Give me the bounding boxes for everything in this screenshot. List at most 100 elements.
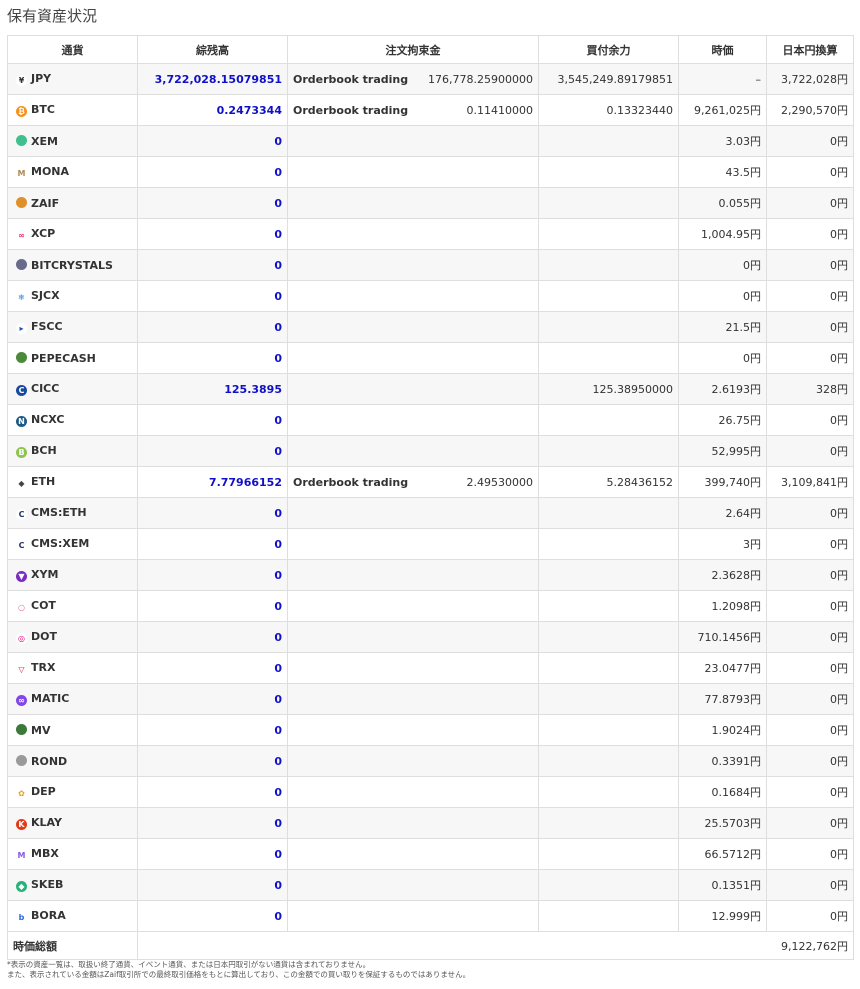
currency-name: ETH [31, 475, 56, 488]
order-type-label: Orderbook trading [293, 103, 409, 117]
price-cell: 9,261,025円 [678, 94, 767, 126]
cicc-icon: C [16, 385, 27, 396]
counterparty-icon: ∞ [16, 230, 27, 241]
jpy-value-cell: 0円 [766, 528, 854, 560]
jpy-value-cell: 0円 [766, 869, 854, 901]
price-cell: 23.0477円 [678, 652, 767, 684]
jpy-value-cell: 0円 [766, 900, 854, 932]
currency-name: BTC [31, 103, 55, 116]
order-locked-cell [287, 590, 539, 622]
header-currency: 通貨 [7, 35, 138, 64]
available-cell [538, 590, 679, 622]
jpy-value-cell: 3,109,841円 [766, 466, 854, 498]
available-cell: 125.38950000 [538, 373, 679, 405]
polkadot-icon: ◎ [16, 633, 27, 644]
currency-cell: ∞ MATIC [7, 683, 138, 715]
table-row: ▽ TRX 0 23.0477円 0円 [7, 652, 854, 684]
monacoin-icon: M [16, 168, 27, 179]
currency-cell: ○ COT [7, 590, 138, 622]
currency-name: DOT [31, 630, 57, 643]
order-locked-cell [287, 559, 539, 591]
currency-name: BORA [31, 909, 66, 922]
jpy-value-cell: 0円 [766, 342, 854, 374]
price-cell: 0円 [678, 249, 767, 281]
available-cell [538, 187, 679, 219]
price-cell: – [678, 63, 767, 95]
price-cell: 3.03円 [678, 125, 767, 157]
currency-cell: ◆ ETH [7, 466, 138, 498]
price-cell: 25.5703円 [678, 807, 767, 839]
price-cell: 77.8793円 [678, 683, 767, 715]
currency-name: SKEB [31, 878, 64, 891]
currency-cell: M MONA [7, 156, 138, 188]
price-cell: 1.2098円 [678, 590, 767, 622]
currency-cell: C CMS:XEM [7, 528, 138, 560]
jpy-value-cell: 0円 [766, 621, 854, 653]
available-cell [538, 807, 679, 839]
balance-cell: 0 [137, 807, 288, 839]
balance-cell: 0 [137, 900, 288, 932]
balance-cell: 0 [137, 249, 288, 281]
balance-cell: 0 [137, 497, 288, 529]
fscc-icon: ▸ [16, 323, 27, 334]
price-cell: 0.1684円 [678, 776, 767, 808]
price-cell: 21.5円 [678, 311, 767, 343]
balance-cell: 0 [137, 745, 288, 777]
jpy-value-cell: 3,722,028円 [766, 63, 854, 95]
table-row: ◆ ETH 7.77966152 Orderbook trading 2.4953000… [7, 466, 854, 498]
available-cell [538, 342, 679, 374]
jpy-value-cell: 0円 [766, 652, 854, 684]
order-type-label: Orderbook trading [293, 475, 409, 489]
total-row: 時価総額 9,122,762円 [7, 931, 854, 960]
available-cell: 5.28436152 [538, 466, 679, 498]
pepecash-icon [16, 351, 27, 363]
currency-cell: b BORA [7, 900, 138, 932]
bitcoin-icon: ₿ [16, 106, 27, 117]
table-row: ∞ XCP 0 1,004.95円 0円 [7, 218, 854, 250]
table-row: ❄ SJCX 0 0円 0円 [7, 280, 854, 312]
order-locked-cell [287, 652, 539, 684]
order-locked-cell [287, 435, 539, 467]
table-row: ○ COT 0 1.2098円 0円 [7, 590, 854, 622]
order-locked-amount: 2.49530000 [466, 475, 533, 489]
order-locked-cell [287, 125, 539, 157]
balance-cell: 0.2473344 [137, 94, 288, 126]
balance-cell: 0 [137, 280, 288, 312]
currency-cell: ₿ BTC [7, 94, 138, 126]
order-locked-cell [287, 280, 539, 312]
jpy-value-cell: 0円 [766, 745, 854, 777]
currency-cell: ◆ SKEB [7, 869, 138, 901]
currency-cell: ∞ XCP [7, 218, 138, 250]
table-row: C CMS:XEM 0 3円 0円 [7, 528, 854, 560]
currency-name: KLAY [31, 816, 62, 829]
currency-name: XCP [31, 227, 56, 240]
currency-cell: ✿ DEP [7, 776, 138, 808]
price-cell: 1,004.95円 [678, 218, 767, 250]
assets-table: 通貨 綜残高 注文拘束金 買付余力 時価 日本円換算 ¥ JPY 3,722,028… [7, 35, 854, 960]
order-locked-cell [287, 621, 539, 653]
available-cell [538, 900, 679, 932]
available-cell [538, 280, 679, 312]
table-row: B BCH 0 52,995円 0円 [7, 435, 854, 467]
price-cell: 52,995円 [678, 435, 767, 467]
currency-name: BCH [31, 444, 57, 457]
total-value: 9,122,762円 [137, 931, 854, 960]
jpy-value-cell: 0円 [766, 218, 854, 250]
price-cell: 2.6193円 [678, 373, 767, 405]
order-locked-cell: Orderbook trading 2.49530000 [287, 466, 539, 498]
note-line: また、表示されている金額はZaif取引所での最終取引価格をもとに算出しており、こ… [7, 970, 471, 979]
order-locked-cell [287, 156, 539, 188]
currency-name: MONA [31, 165, 70, 178]
disclaimer-notes: *表示の資産一覧は、取扱い終了通貨、イベント通貨、または日本円取引がない通貨は含… [7, 960, 470, 980]
balance-cell: 0 [137, 652, 288, 684]
currency-name: BITCRYSTALS [31, 258, 113, 272]
currency-name: MV [31, 723, 51, 737]
currency-cell: BITCRYSTALS [7, 249, 138, 281]
currency-cell: B BCH [7, 435, 138, 467]
balance-cell: 0 [137, 776, 288, 808]
jpy-value-cell: 328円 [766, 373, 854, 405]
sjcx-icon: ❄ [16, 292, 27, 303]
ncxc-icon: N [16, 416, 27, 427]
balance-cell: 0 [137, 218, 288, 250]
order-locked-cell [287, 900, 539, 932]
